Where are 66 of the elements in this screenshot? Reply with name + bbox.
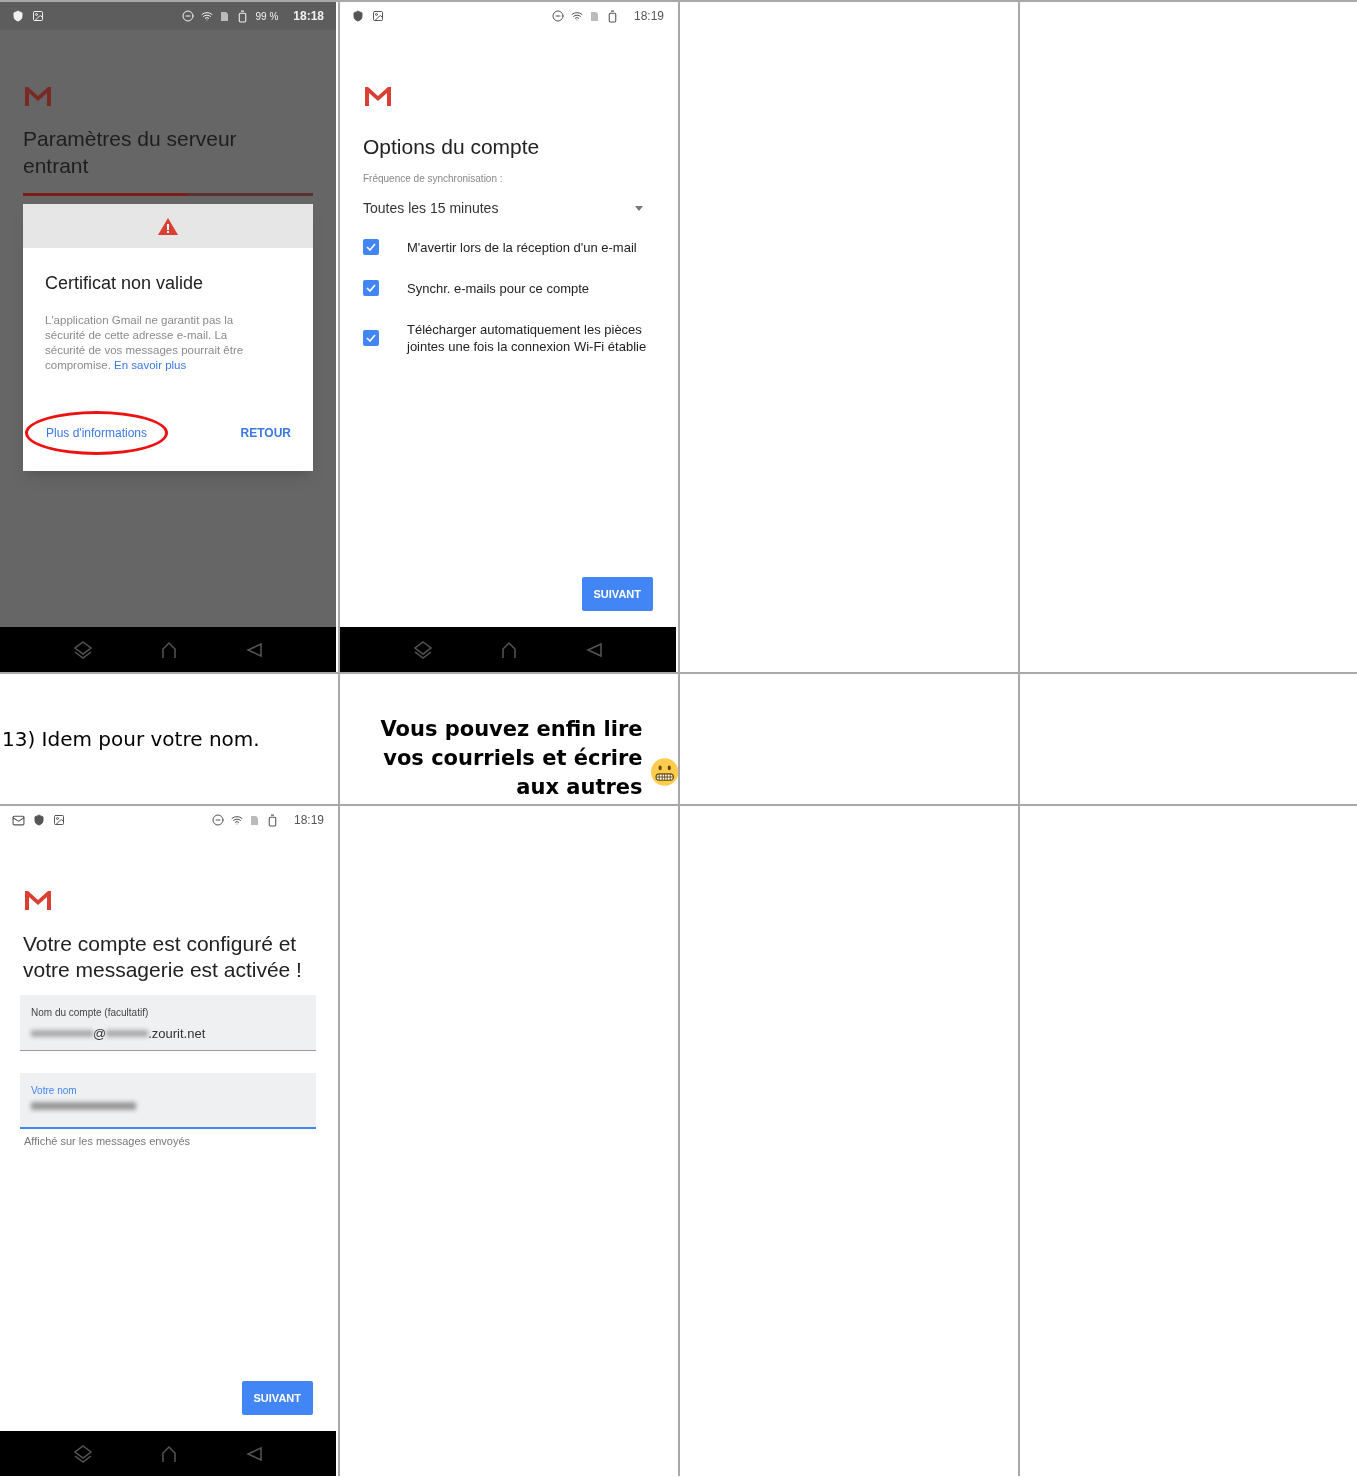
redacted-text	[31, 1030, 93, 1038]
mail-icon	[12, 813, 25, 827]
do-not-disturb-icon	[211, 814, 224, 826]
checkmark-icon	[366, 243, 376, 251]
field-value: @	[93, 1025, 107, 1043]
field-label: Votre nom	[31, 1084, 78, 1098]
dialog-button[interactable]: Plus d'informations	[25, 411, 168, 455]
checkbox[interactable]	[363, 239, 379, 255]
option-label: Télécharger automatiquement les pièces jointes une fois la connexion Wi-Fi établie	[407, 320, 647, 355]
helper-text: Affiché sur les messages envoyés	[23, 1134, 192, 1149]
status-time: 18:19	[633, 8, 664, 25]
home-icon[interactable]	[160, 1444, 178, 1463]
no-sim-icon	[219, 10, 229, 22]
checkbox[interactable]	[363, 280, 379, 296]
wifi-icon	[230, 814, 243, 826]
back-icon[interactable]	[244, 641, 263, 658]
no-sim-icon	[249, 814, 259, 826]
option-label: Synchr. e-mails pour ce compte	[407, 279, 590, 297]
screen-title: Options du compte	[363, 134, 541, 160]
dropdown-caret-icon	[635, 205, 643, 211]
image-icon	[372, 10, 384, 22]
gmail-logo-icon	[363, 85, 393, 107]
checkmark-icon	[366, 333, 376, 342]
option-label: M'avertir lors de la réception d'un e-mail	[407, 238, 637, 256]
recent-apps-icon[interactable]	[413, 640, 434, 659]
home-icon[interactable]	[160, 640, 178, 659]
gmail-logo-icon	[23, 889, 53, 911]
back-icon[interactable]	[244, 1445, 263, 1462]
shield-icon	[12, 10, 24, 22]
recent-apps-icon[interactable]	[73, 640, 94, 659]
image-icon	[53, 814, 65, 826]
dialog-title: Certificat non valide	[45, 272, 205, 295]
wifi-icon	[570, 10, 583, 22]
dialog-message: L'application Gmail ne garantit pas la sécurité de cette adresse e-mail. La sécurité de vos messages pourrait être compromise. En savoir plus	[45, 313, 245, 373]
do-not-disturb-icon	[551, 10, 564, 22]
image-icon	[32, 10, 44, 22]
recent-apps-icon[interactable]	[73, 1444, 94, 1463]
redacted-text	[106, 1030, 149, 1038]
back-icon[interactable]	[584, 641, 603, 658]
next-button[interactable]: SUIVANT	[581, 577, 653, 611]
checkmark-icon	[366, 284, 376, 292]
shield-icon	[33, 814, 45, 826]
next-button[interactable]: SUIVANT	[241, 1381, 313, 1415]
caption-text: Vous pouvez enfin lire vos courriels et écrire aux autres	[379, 716, 643, 801]
home-icon[interactable]	[500, 640, 518, 659]
screen-title: Votre compte est configuré et votre messagerie est activée !	[22, 931, 302, 983]
dialog-button[interactable]: RETOUR	[240, 424, 291, 442]
no-sim-icon	[589, 10, 599, 22]
status-time: 18:18	[293, 8, 324, 25]
warning-icon	[158, 217, 178, 235]
screen-title: Paramètres du serveur entrant	[23, 126, 238, 179]
text-field[interactable]: Votre nom	[20, 1073, 316, 1129]
learn-more-link[interactable]: En savoir plus	[114, 359, 187, 371]
wifi-icon	[200, 10, 213, 22]
do-not-disturb-icon	[181, 10, 194, 22]
battery-percent: 99 %	[255, 9, 279, 24]
sync-dropdown[interactable]: Toutes les 15 minutes	[363, 197, 653, 219]
field-label: Fréquence de synchronisation :	[363, 171, 504, 186]
shield-icon	[352, 10, 364, 22]
checkbox[interactable]	[363, 329, 379, 346]
field-label: Nom du compte (facultatif)	[31, 1006, 150, 1020]
field-value: .zourit.net	[148, 1025, 206, 1043]
step-text: 13) Idem pour votre nom.	[2, 726, 260, 753]
gmail-logo-icon	[23, 85, 53, 107]
text-field[interactable]: Nom du compte (facultatif) @ .zourit.net	[20, 995, 316, 1051]
status-time: 18:19	[293, 812, 324, 829]
